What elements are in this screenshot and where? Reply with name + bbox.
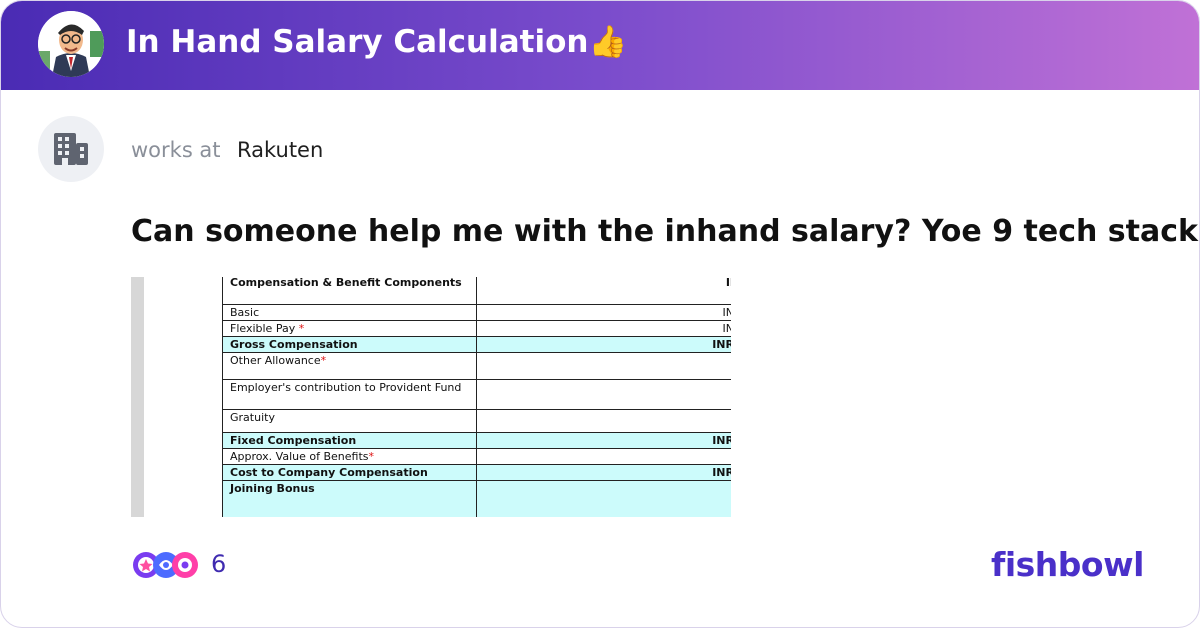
company-avatar — [38, 116, 104, 182]
table-row-label: Basic — [222, 304, 477, 321]
table-row-value: IN — [476, 304, 731, 321]
table-row: Gratuity — [222, 409, 731, 433]
building-icon — [54, 133, 88, 165]
table-row: Approx. Value of Benefits* — [222, 448, 731, 465]
table-row: Flexible Pay *IN — [222, 320, 731, 337]
reaction-count: 6 — [211, 550, 227, 578]
table-row-label: Joining Bonus — [222, 480, 477, 517]
avatar[interactable] — [38, 11, 104, 77]
table-row: Employer's contribution to Provident Fun… — [222, 379, 731, 410]
attached-image[interactable]: Compensation & Benefit ComponentsIIBasic… — [131, 277, 731, 517]
fishbowl-logo[interactable]: fishbowl — [991, 545, 1144, 584]
table-row: Fixed CompensationINR — [222, 432, 731, 449]
reactions-group[interactable] — [131, 550, 199, 584]
table-row-label: Compensation & Benefit Components — [222, 277, 477, 305]
table-row-value: INR — [476, 464, 731, 481]
table-row: Compensation & Benefit ComponentsII — [222, 277, 731, 305]
table-row-label: Fixed Compensation — [222, 432, 477, 449]
table-row-value — [476, 379, 731, 410]
post-card: In Hand Salary Calculation👍 works at Rak… — [0, 0, 1200, 628]
compensation-table: Compensation & Benefit ComponentsIIBasic… — [222, 277, 731, 517]
table-row-value — [476, 480, 731, 517]
table-row: Cost to Company CompensationINR — [222, 464, 731, 481]
table-row-value: II — [476, 277, 731, 305]
table-row-label: Gratuity — [222, 409, 477, 433]
table-row-value — [476, 448, 731, 465]
company-name[interactable]: Rakuten — [237, 138, 323, 162]
post-header: In Hand Salary Calculation👍 — [1, 1, 1199, 90]
table-row-label: Gross Compensation — [222, 336, 477, 353]
table-row-value: IN — [476, 320, 731, 337]
table-row-value: INR — [476, 432, 731, 449]
table-row-label: Cost to Company Compensation — [222, 464, 477, 481]
table-row: BasicIN — [222, 304, 731, 321]
table-row-value: INR — [476, 336, 731, 353]
table-row-label: Flexible Pay * — [222, 320, 477, 337]
table-row-label: Other Allowance* — [222, 352, 477, 380]
table-row: Joining Bonus — [222, 480, 731, 517]
table-row: Gross CompensationINR — [222, 336, 731, 353]
businessman-avatar-icon — [38, 11, 104, 77]
works-at-label: works at — [131, 138, 221, 162]
table-row-value — [476, 352, 731, 380]
post-title: In Hand Salary Calculation👍 — [126, 24, 628, 60]
reaction-emoji-icons — [133, 552, 198, 578]
table-row: Other Allowance* — [222, 352, 731, 380]
image-edge — [131, 277, 144, 517]
table-row-value — [476, 409, 731, 433]
table-row-label: Employer's contribution to Provident Fun… — [222, 379, 477, 410]
table-row-label: Approx. Value of Benefits* — [222, 448, 477, 465]
post-question[interactable]: Can someone help me with the inhand sala… — [131, 214, 1199, 249]
